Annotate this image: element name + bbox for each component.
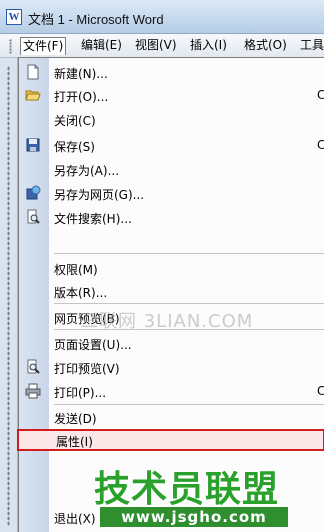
new-document-icon bbox=[27, 64, 39, 80]
menu-item-properties[interactable]: 属性(I) bbox=[17, 429, 324, 451]
menu-item-label: 新建(N)... bbox=[54, 67, 108, 81]
menu-item-save[interactable]: 保存(S) C bbox=[19, 134, 324, 156]
menu-item-shortcut: C bbox=[317, 138, 324, 152]
menu-item-page-setup[interactable]: 页面设置(U)... bbox=[19, 332, 324, 354]
file-search-icon bbox=[27, 209, 40, 224]
menu-item-label: 打印(P)... bbox=[54, 386, 107, 400]
menu-item-new[interactable]: 新建(N)... bbox=[19, 61, 324, 83]
menu-item-label: 关闭(C) bbox=[54, 114, 96, 128]
printer-icon bbox=[25, 383, 41, 399]
menu-item-label: 打印预览(V) bbox=[54, 362, 120, 376]
word-doc-icon: W bbox=[6, 9, 22, 25]
menu-item-shortcut: C bbox=[317, 384, 324, 398]
menu-item-label: 页面设置(U)... bbox=[54, 338, 132, 352]
menu-item-label: 版本(R)... bbox=[54, 286, 108, 300]
menu-item-send[interactable]: 发送(D) bbox=[19, 406, 324, 428]
menu-separator bbox=[54, 303, 324, 304]
menu-format[interactable]: 格式(O) bbox=[242, 37, 289, 55]
menu-item-save-as[interactable]: 另存为(A)... bbox=[19, 158, 324, 180]
menu-item-shortcut: C bbox=[317, 88, 324, 102]
window-title: 文档 1 - Microsoft Word bbox=[28, 12, 164, 27]
menu-item-label: 另存为(A)... bbox=[54, 164, 120, 178]
menu-item-file-search[interactable]: 文件搜索(H)... bbox=[19, 206, 324, 228]
menu-item-label: 发送(D) bbox=[54, 412, 97, 426]
menu-item-open[interactable]: 打开(O)... C bbox=[19, 84, 324, 106]
menu-item-label: 另存为网页(G)... bbox=[54, 188, 145, 202]
open-folder-icon bbox=[25, 90, 41, 101]
menu-item-label: 打开(O)... bbox=[54, 90, 109, 104]
watermark-3lian: 三联网 3LIAN.COM bbox=[80, 311, 254, 332]
menu-file[interactable]: 文件(F) bbox=[20, 37, 67, 55]
save-as-web-icon bbox=[26, 185, 41, 200]
document-left-strip bbox=[0, 58, 18, 532]
menu-edit[interactable]: 编辑(E) bbox=[79, 37, 124, 55]
menu-item-versions[interactable]: 版本(R)... bbox=[19, 280, 324, 302]
menu-separator bbox=[54, 253, 324, 254]
menu-item-label: 保存(S) bbox=[54, 140, 95, 154]
menu-item-label: 文件搜索(H)... bbox=[54, 212, 132, 226]
menu-bar: 文件(F) 编辑(E) 视图(V) 插入(I) 格式(O) 工具 bbox=[0, 34, 324, 58]
menu-item-close[interactable]: 关闭(C) bbox=[19, 108, 324, 130]
watermark-title: 技术员联盟 bbox=[94, 469, 280, 510]
menu-separator bbox=[54, 404, 324, 405]
menu-insert[interactable]: 插入(I) bbox=[188, 37, 229, 55]
menu-item-permission[interactable]: 权限(M) bbox=[19, 257, 324, 279]
menu-view[interactable]: 视图(V) bbox=[133, 37, 179, 55]
title-bar: W 文档 1 - Microsoft Word bbox=[0, 0, 324, 34]
toolbar-grip-icon bbox=[7, 66, 10, 526]
menu-item-label: 退出(X) bbox=[54, 512, 96, 526]
menu-item-save-as-web[interactable]: 另存为网页(G)... bbox=[19, 182, 324, 204]
menu-tools[interactable]: 工具 bbox=[298, 37, 324, 55]
menu-item-label: 属性(I) bbox=[56, 435, 93, 449]
print-preview-icon bbox=[27, 359, 40, 374]
menu-item-print[interactable]: 打印(P)... C bbox=[19, 380, 324, 402]
menu-item-label: 权限(M) bbox=[54, 263, 98, 277]
save-disk-icon bbox=[26, 138, 40, 152]
menu-item-print-preview[interactable]: 打印预览(V) bbox=[19, 356, 324, 378]
watermark-url: www.jsgho.com bbox=[100, 507, 288, 527]
toolbar-grip-icon[interactable] bbox=[9, 39, 12, 54]
